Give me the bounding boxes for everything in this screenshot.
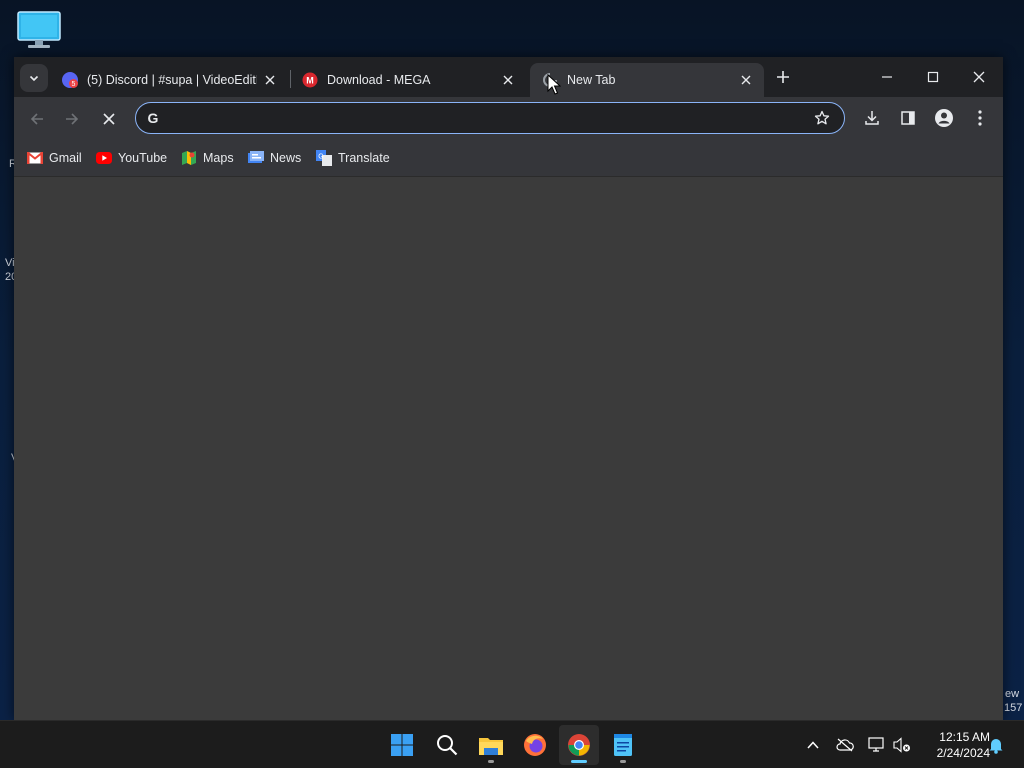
- running-indicator: [571, 760, 587, 763]
- youtube-icon: [96, 150, 112, 166]
- clock-date: 2/24/2024: [936, 746, 990, 760]
- close-window-button[interactable]: [956, 57, 1002, 97]
- close-icon: [973, 71, 985, 83]
- arrow-left-icon: [30, 113, 43, 125]
- network-icon: [868, 737, 884, 752]
- gmail-icon: [27, 150, 43, 166]
- maximize-icon: [927, 71, 939, 83]
- bookmark-maps[interactable]: Maps: [181, 149, 234, 167]
- desktop-text-fragment: 157: [1004, 702, 1023, 714]
- menu-button[interactable]: [968, 106, 992, 130]
- chevron-up-icon: [807, 741, 819, 749]
- plus-icon: [777, 71, 789, 83]
- close-icon[interactable]: [738, 72, 754, 88]
- arrow-right-icon: [66, 113, 79, 125]
- desktop-text-fragment: ew: [1005, 688, 1020, 700]
- tab-title: Download - MEGA: [327, 73, 431, 87]
- search-icon: [437, 735, 458, 756]
- close-icon[interactable]: [262, 72, 278, 88]
- tab-title: (5) Discord | #supa | VideoEditB: [87, 73, 257, 87]
- profile-icon: [935, 109, 953, 127]
- close-icon: [103, 113, 115, 125]
- bookmark-translate[interactable]: G Translate: [316, 149, 390, 167]
- taskbar: 12:15 AM 2/24/2024: [0, 720, 1024, 768]
- stop-button[interactable]: [96, 106, 122, 132]
- notifications-button[interactable]: [986, 735, 1006, 755]
- start-icon: [391, 734, 413, 756]
- bookmarks-bar: Gmail YouTube Maps News G Translate: [14, 139, 1003, 177]
- maps-icon: [181, 150, 197, 166]
- volume-muted-icon: [893, 737, 910, 753]
- mouse-cursor-icon: [547, 74, 561, 95]
- svg-text:M: M: [306, 76, 314, 86]
- show-hidden-icons-button[interactable]: [803, 735, 823, 755]
- taskbar-search-button[interactable]: [427, 725, 467, 765]
- taskbar-notepad[interactable]: [603, 725, 643, 765]
- bell-icon: [989, 738, 1003, 754]
- side-panel-icon: [901, 111, 915, 125]
- forward-button[interactable]: [59, 106, 85, 132]
- file-explorer-icon: [479, 738, 503, 755]
- notepad-icon: [614, 734, 632, 756]
- taskbar-firefox[interactable]: [515, 725, 555, 765]
- maximize-button[interactable]: [910, 57, 956, 97]
- svg-text:G: G: [318, 154, 323, 161]
- google-icon: G: [145, 110, 161, 126]
- tab-discord[interactable]: 5 (5) Discord | #supa | VideoEditB: [54, 63, 288, 97]
- taskbar-file-explorer[interactable]: [471, 725, 511, 765]
- bookmark-star-icon[interactable]: [814, 110, 830, 126]
- address-input[interactable]: [170, 106, 794, 132]
- bookmark-label: Gmail: [49, 151, 82, 165]
- tab-strip: 5 (5) Discord | #supa | VideoEditB M Dow…: [14, 57, 1003, 97]
- side-panel-button[interactable]: [896, 106, 920, 130]
- tab-separator: [290, 70, 291, 88]
- bookmark-label: YouTube: [118, 151, 168, 165]
- translate-icon: G: [316, 150, 332, 166]
- tab-title: New Tab: [567, 73, 616, 87]
- new-tab-button[interactable]: [771, 65, 795, 89]
- cloud-offline-icon: [836, 738, 854, 752]
- tab-new-tab[interactable]: New Tab: [530, 63, 764, 97]
- monitor-icon[interactable]: [16, 10, 62, 50]
- clock-time: 12:15 AM: [939, 730, 990, 744]
- running-indicator: [488, 760, 494, 763]
- onedrive-button[interactable]: [835, 735, 855, 755]
- chrome-window: 5 (5) Discord | #supa | VideoEditB M Dow…: [14, 57, 1003, 720]
- bookmark-news[interactable]: News: [248, 149, 301, 167]
- minimize-icon: [882, 76, 892, 78]
- network-button[interactable]: [867, 735, 887, 755]
- bookmark-label: Maps: [203, 151, 234, 165]
- bookmark-gmail[interactable]: Gmail: [27, 149, 82, 167]
- news-icon: [248, 150, 264, 166]
- tab-mega[interactable]: M Download - MEGA: [292, 63, 526, 97]
- volume-button[interactable]: [892, 735, 912, 755]
- tab-search-button[interactable]: [20, 64, 48, 92]
- toolbar: G: [14, 97, 1003, 139]
- more-vert-icon: [978, 110, 982, 126]
- page-content: [14, 177, 1003, 720]
- svg-text:G: G: [148, 110, 159, 126]
- minimize-button[interactable]: [864, 57, 910, 97]
- bookmark-label: Translate: [338, 151, 390, 165]
- download-icon: [865, 111, 879, 125]
- downloads-button[interactable]: [860, 106, 884, 130]
- svg-text:5: 5: [72, 81, 76, 88]
- profile-button[interactable]: [932, 106, 956, 130]
- running-indicator: [620, 760, 626, 763]
- chrome-icon: [568, 734, 590, 756]
- bookmark-youtube[interactable]: YouTube: [96, 149, 167, 167]
- start-button[interactable]: [382, 725, 422, 765]
- taskbar-chrome[interactable]: [559, 725, 599, 765]
- firefox-icon: [524, 734, 546, 756]
- close-icon[interactable]: [500, 72, 516, 88]
- bookmark-label: News: [270, 151, 302, 165]
- back-button[interactable]: [24, 106, 50, 132]
- mega-icon: M: [302, 72, 318, 88]
- taskbar-clock[interactable]: 12:15 AM 2/24/2024: [918, 729, 990, 761]
- address-bar[interactable]: G: [135, 102, 845, 134]
- chevron-down-icon: [29, 75, 39, 82]
- discord-icon: 5: [62, 72, 78, 88]
